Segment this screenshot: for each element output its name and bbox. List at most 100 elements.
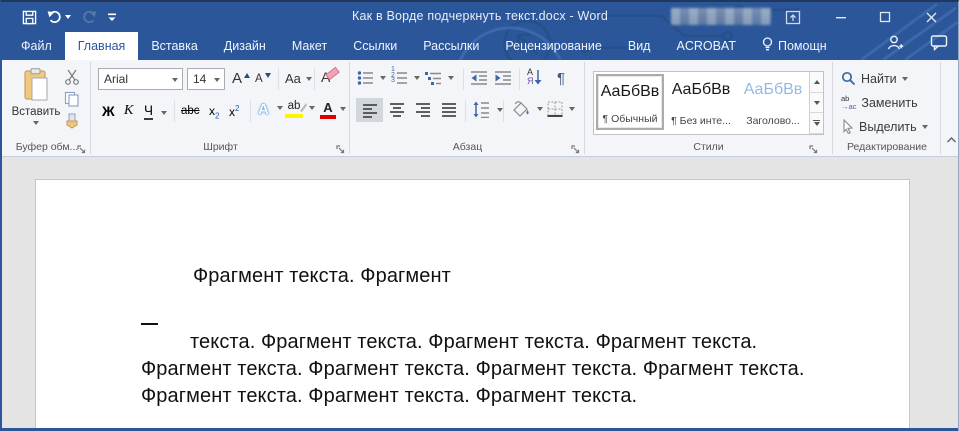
- document-text-line[interactable]: Фрагмент текста. Фрагмент текста. Фрагме…: [141, 385, 637, 408]
- paragraph-dialog-launcher-icon[interactable]: [571, 142, 581, 152]
- font-color-button[interactable]: А: [320, 101, 346, 119]
- document-text-line[interactable]: Фрагмент текста. Фрагмент текста. Фрагме…: [141, 358, 805, 381]
- find-button[interactable]: Найти: [841, 71, 908, 86]
- replace-button[interactable]: ab →ac Заменить: [841, 95, 918, 110]
- ribbon-display-options-icon[interactable]: [778, 6, 808, 28]
- group-paragraph: 1 2 3: [351, 60, 584, 156]
- tab-home[interactable]: Главная: [65, 32, 139, 60]
- document-area[interactable]: Фрагмент текста. Фрагмент текста. Фрагме…: [2, 158, 958, 431]
- numbering-button[interactable]: 1 2 3: [391, 70, 420, 91]
- tab-mailings[interactable]: Рассылки: [410, 32, 492, 60]
- shading-button[interactable]: [511, 100, 543, 123]
- grow-font-button[interactable]: A: [232, 70, 250, 87]
- styles-scroll-down-icon[interactable]: [810, 93, 823, 114]
- align-right-button[interactable]: [415, 102, 431, 122]
- tab-layout[interactable]: Макет: [279, 32, 340, 60]
- style-normal[interactable]: АаБбВв ¶ Обычный: [596, 74, 664, 130]
- line-spacing-button[interactable]: [473, 101, 503, 123]
- text-effects-button[interactable]: A: [258, 101, 283, 119]
- underlined-space-mark[interactable]: [141, 323, 158, 325]
- paste-dropdown-icon[interactable]: [33, 121, 39, 125]
- tab-view[interactable]: Вид: [615, 32, 664, 60]
- show-paragraph-marks-button[interactable]: ¶: [557, 70, 565, 87]
- tab-insert[interactable]: Вставка: [138, 32, 210, 60]
- paint-bucket-icon: [511, 100, 531, 118]
- group-editing: Найти ab →ac Заменить Выделить Редактиро…: [834, 60, 940, 156]
- align-center-button[interactable]: [389, 102, 405, 122]
- justify-button[interactable]: [441, 102, 457, 122]
- styles-scroll-up-icon[interactable]: [810, 72, 823, 93]
- styles-gallery-scrollbar: [809, 72, 823, 134]
- shrink-font-button[interactable]: A: [255, 73, 271, 85]
- style-heading[interactable]: АаБбВв Заголово...: [737, 74, 809, 130]
- increase-indent-button[interactable]: [494, 70, 512, 91]
- clipboard-icon: [22, 68, 50, 102]
- highlight-color-bar: [285, 114, 303, 118]
- styles-gallery: АаБбВв ¶ Обычный АаБбВв ¶ Без инте... Аа…: [593, 71, 824, 135]
- multilevel-list-button[interactable]: [425, 70, 454, 91]
- styles-dialog-launcher-icon[interactable]: [809, 142, 819, 152]
- clear-formatting-button[interactable]: A: [321, 69, 339, 85]
- tab-acrobat[interactable]: ACROBAT: [663, 32, 749, 60]
- multilevel-dropdown-icon[interactable]: [448, 76, 454, 80]
- change-case-button[interactable]: Aa: [285, 71, 312, 86]
- tab-file[interactable]: Файл: [8, 32, 65, 60]
- underline-dropdown-icon[interactable]: [161, 111, 167, 115]
- decrease-indent-icon: [470, 70, 488, 86]
- superscript-button[interactable]: x2: [229, 104, 239, 119]
- lightbulb-icon: [762, 37, 773, 55]
- italic-button[interactable]: К: [124, 103, 133, 119]
- grow-font-arrow-icon: [244, 73, 250, 78]
- select-button[interactable]: Выделить: [841, 119, 928, 134]
- decrease-indent-button[interactable]: [470, 70, 488, 91]
- tab-tell-me[interactable]: Помощн: [749, 32, 840, 60]
- font-size-combobox[interactable]: 14: [187, 68, 225, 90]
- style-no-spacing[interactable]: АаБбВв ¶ Без инте...: [667, 74, 735, 130]
- bold-button[interactable]: Ж: [102, 103, 115, 119]
- clipboard-dialog-launcher-icon[interactable]: [77, 142, 87, 152]
- group-font: Arial 14 A A Aa A Ж К: [92, 60, 349, 156]
- select-dropdown-icon[interactable]: [922, 125, 928, 129]
- font-dialog-launcher-icon[interactable]: [336, 142, 346, 152]
- font-color-dropdown-icon[interactable]: [340, 107, 346, 111]
- highlight-dropdown-icon[interactable]: [309, 106, 315, 110]
- format-painter-icon[interactable]: [64, 113, 80, 134]
- tab-design[interactable]: Дизайн: [211, 32, 279, 60]
- tab-review[interactable]: Рецензирование: [492, 32, 615, 60]
- comment-icon[interactable]: [930, 34, 948, 57]
- text-effects-dropdown-icon[interactable]: [277, 106, 283, 110]
- copy-icon[interactable]: [64, 91, 80, 112]
- find-dropdown-icon[interactable]: [902, 77, 908, 81]
- share-person-icon[interactable]: [886, 34, 904, 57]
- borders-button[interactable]: [547, 101, 575, 122]
- close-button[interactable]: [916, 6, 946, 28]
- paste-button[interactable]: Вставить: [10, 68, 62, 144]
- sort-button[interactable]: А Я: [527, 68, 542, 86]
- minimize-button[interactable]: [826, 6, 856, 28]
- censored-region: [671, 8, 771, 25]
- shrink-font-arrow-icon: [265, 73, 271, 78]
- replace-icon: ab →ac: [841, 95, 856, 110]
- align-left-button-active[interactable]: [356, 98, 383, 122]
- document-page[interactable]: Фрагмент текста. Фрагмент текста. Фрагме…: [35, 179, 910, 431]
- increase-indent-icon: [494, 70, 512, 86]
- highlight-button[interactable]: ab: [285, 101, 315, 118]
- sort-arrow-icon: [534, 69, 542, 85]
- font-name-combobox[interactable]: Arial: [98, 68, 183, 90]
- numbering-dropdown-icon[interactable]: [414, 76, 420, 80]
- maximize-button[interactable]: [870, 6, 900, 28]
- bullets-button[interactable]: [357, 70, 386, 91]
- strikethrough-button[interactable]: abc: [181, 105, 200, 117]
- subscript-button[interactable]: x2: [209, 104, 219, 120]
- tab-references[interactable]: Ссылки: [340, 32, 410, 60]
- document-text-line[interactable]: Фрагмент текста. Фрагмент: [193, 265, 451, 288]
- cut-icon[interactable]: [64, 69, 80, 90]
- styles-more-icon[interactable]: [810, 113, 823, 134]
- bullets-dropdown-icon[interactable]: [380, 76, 386, 80]
- document-text-line[interactable]: текста. Фрагмент текста. Фрагмент текста…: [190, 331, 757, 354]
- collapse-ribbon-button[interactable]: [946, 131, 957, 149]
- underline-button[interactable]: Ч: [144, 102, 167, 120]
- borders-dropdown-icon[interactable]: [569, 107, 575, 111]
- shading-dropdown-icon[interactable]: [537, 107, 543, 111]
- cursor-arrow-icon: [841, 119, 854, 134]
